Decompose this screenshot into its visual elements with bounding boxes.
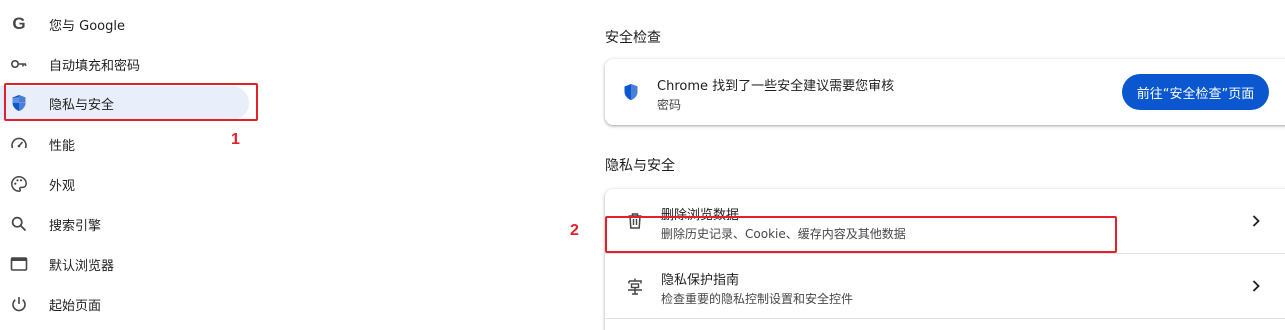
sidebar-item-label: 起始页面 bbox=[49, 298, 102, 314]
annotation-label-1: 1 bbox=[231, 131, 240, 148]
speedometer-icon bbox=[10, 135, 28, 153]
browser-window-icon bbox=[10, 255, 28, 273]
annotation-label-2: 2 bbox=[570, 222, 579, 239]
sidebar-item-label: 搜索引擎 bbox=[49, 218, 102, 234]
safety-check-category: 密码 bbox=[657, 98, 682, 112]
row-divider bbox=[605, 318, 1285, 319]
search-icon bbox=[10, 215, 28, 233]
chevron-right-icon bbox=[1251, 213, 1261, 232]
row-title: 隐私保护指南 bbox=[661, 273, 740, 288]
palette-icon bbox=[10, 175, 28, 193]
privacy-settings-card: 删除浏览数据 删除历史记录、Cookie、缓存内容及其他数据 隐私保护指南 检查… bbox=[605, 189, 1285, 330]
go-to-safety-check-button[interactable]: 前往“安全检查”页面 bbox=[1122, 74, 1269, 110]
annotation-box-2 bbox=[605, 216, 1117, 253]
shield-icon bbox=[623, 83, 639, 105]
settings-sidebar: G 您与 Google 自动填充和密码 隐私与安全 性能 外观 搜索引擎 默认浏… bbox=[0, 0, 260, 330]
privacy-guide-row[interactable]: 隐私保护指南 检查重要的隐私控制设置和安全控件 bbox=[605, 254, 1285, 319]
privacy-section-title: 隐私与安全 bbox=[605, 158, 675, 174]
key-icon bbox=[10, 55, 28, 73]
sidebar-item-label: 默认浏览器 bbox=[49, 258, 115, 274]
sidebar-item-label: 外观 bbox=[49, 178, 76, 194]
power-icon bbox=[10, 295, 28, 313]
safety-check-section-title: 安全检查 bbox=[605, 30, 661, 46]
safety-check-card: Chrome 找到了一些安全建议需要您审核 密码 前往“安全检查”页面 bbox=[605, 59, 1285, 125]
sidebar-item-label: 性能 bbox=[49, 138, 76, 154]
annotation-box-1 bbox=[4, 83, 258, 121]
google-g-icon: G bbox=[12, 14, 26, 33]
safety-check-message: Chrome 找到了一些安全建议需要您审核 bbox=[657, 79, 895, 94]
row-subtitle: 检查重要的隐私控制设置和安全控件 bbox=[661, 292, 854, 306]
sidebar-item-label: 您与 Google bbox=[49, 18, 125, 34]
sidebar-item-label: 自动填充和密码 bbox=[49, 58, 141, 74]
chevron-right-icon bbox=[1251, 278, 1261, 297]
privacy-guide-icon bbox=[625, 276, 645, 296]
